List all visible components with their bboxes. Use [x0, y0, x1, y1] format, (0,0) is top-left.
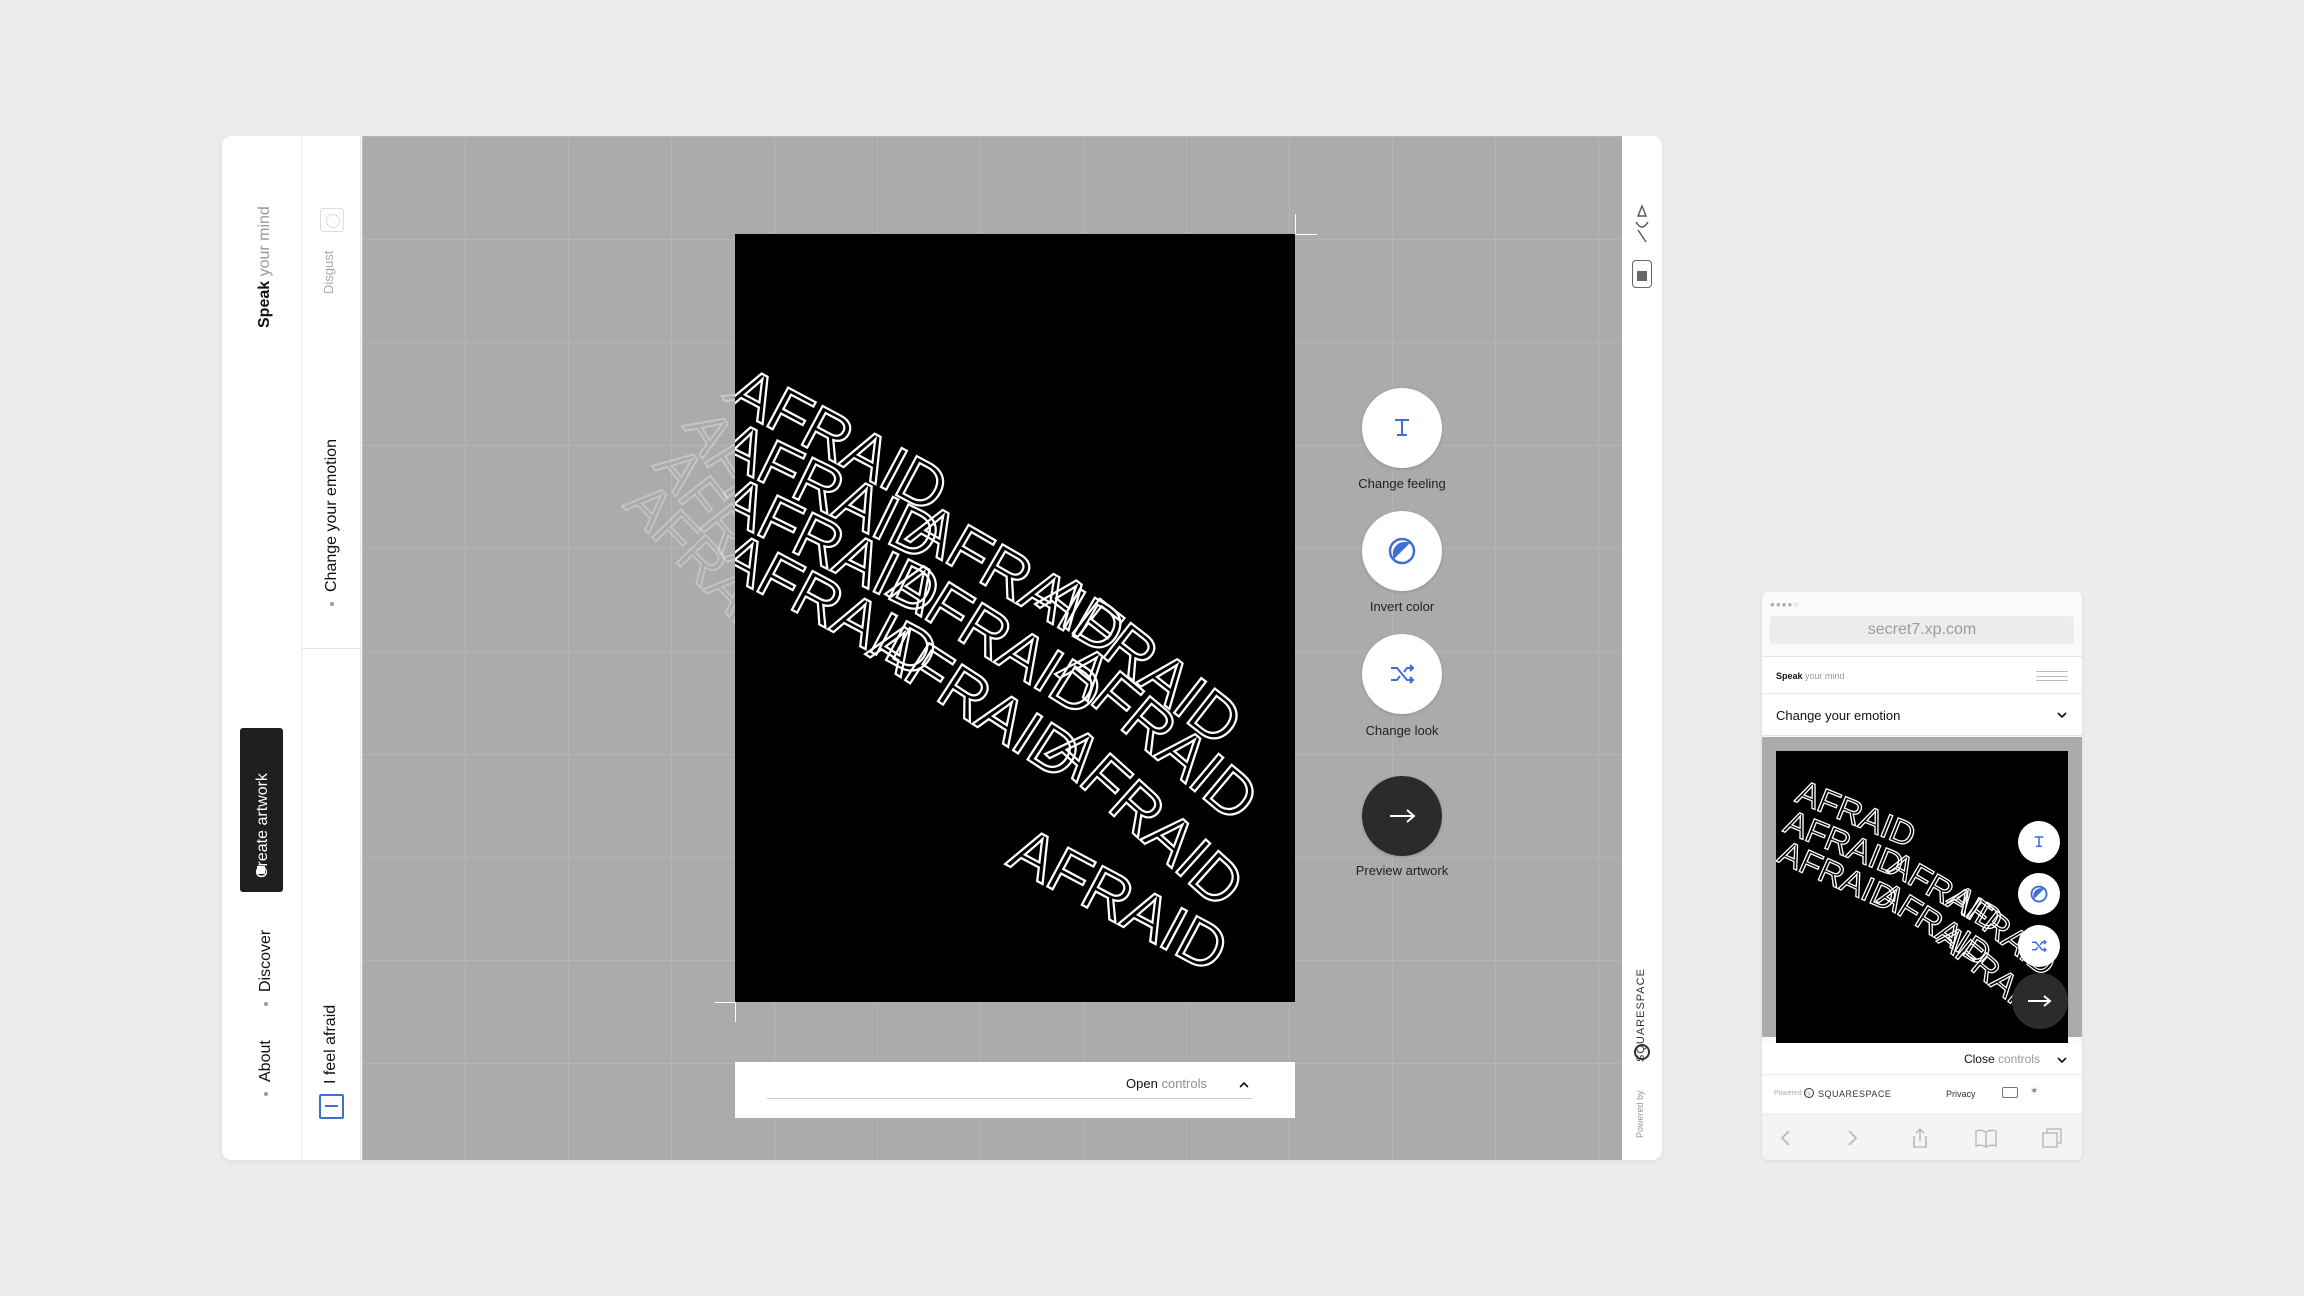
squarespace-logo-icon [1804, 1088, 1814, 1098]
preview-artwork-button[interactable] [1362, 776, 1442, 856]
partner-logo-icon[interactable] [1632, 260, 1652, 288]
bullet-icon [263, 1092, 268, 1096]
mobile-emotion-dropdown[interactable]: Change your emotion [1762, 694, 2082, 736]
back-icon[interactable] [1774, 1127, 1798, 1149]
squarespace-wordmark[interactable]: SQUARESPACE [1818, 1089, 1891, 1099]
site-brand[interactable]: Speak your mind [256, 206, 274, 328]
bookmarks-icon[interactable] [1974, 1127, 1998, 1149]
current-emotion-label: I feel afraid [322, 1004, 339, 1084]
change-feeling-button[interactable] [1362, 388, 1442, 468]
address-bar[interactable]: secret7.xp.com [1770, 616, 2074, 644]
mobile-preview-button[interactable] [2012, 973, 2068, 1029]
bullet-icon [263, 1002, 268, 1006]
mobile-change-look-button[interactable] [2018, 925, 2060, 967]
crop-mark [735, 1002, 736, 1022]
mobile-invert-color-button[interactable] [2018, 873, 2060, 915]
signal-dots: ●●●●○ [1770, 600, 1800, 609]
divider [302, 648, 361, 649]
browser-toolbar [1762, 1114, 2082, 1160]
change-look-button[interactable] [1362, 634, 1442, 714]
tabs-icon[interactable] [2040, 1127, 2064, 1149]
crop-mark [1295, 214, 1296, 234]
create-artwork-label: Create artwork [254, 773, 271, 878]
emotion-subrail: Disgust Change your emotion I feel afrai… [302, 136, 361, 1160]
mobile-footer: Powered by SQUARESPACE Privacy ✶ [1762, 1076, 2082, 1112]
crop-mark [1295, 234, 1317, 235]
nav-about[interactable]: About [257, 1040, 275, 1096]
partner-logo-icon[interactable] [2002, 1087, 2018, 1098]
preview-artwork-label: Preview artwork [1355, 863, 1449, 878]
arrow-right-icon [2028, 995, 2052, 1007]
mobile-close-controls[interactable]: Close controls [1762, 1043, 2082, 1075]
controls-divider [767, 1098, 1253, 1099]
text-box-icon[interactable] [319, 1094, 344, 1119]
right-rail: SQUARESPACE Powered by [1622, 136, 1662, 1160]
artwork-canvas-area: AFRAID AFRAID AFRAID AFRAID AFRAID AFRAI… [362, 136, 1622, 1160]
mobile-change-feeling-button[interactable] [2018, 821, 2060, 863]
chevron-down-icon [2057, 1057, 2067, 1064]
afraid-typography: AFRAID AFRAID AFRAID AFRAID AFRAID AFRAI… [735, 352, 1273, 988]
mobile-header: Speak your mind [1762, 656, 2082, 694]
shuffle-icon [2032, 939, 2047, 953]
contrast-icon [2030, 885, 2048, 903]
close-controls-label: Close controls [1963, 1052, 2040, 1066]
mind-logo-icon[interactable] [1632, 202, 1652, 246]
open-controls-label: Open controls [1126, 1076, 1207, 1091]
change-look-label: Change look [1365, 723, 1439, 738]
mind-logo-icon[interactable]: ✶ [2030, 1086, 2038, 1097]
change-feeling-label: Change feeling [1358, 476, 1446, 491]
chevron-up-icon [1239, 1081, 1249, 1088]
text-tool-icon [2034, 836, 2044, 848]
mobile-canvas: AFRAID AFRAID AFRAID AFRAID AFRAID AFRAI… [1762, 737, 2082, 1051]
hamburger-menu-icon[interactable] [2036, 671, 2068, 681]
powered-by-label: Powered by [1635, 1090, 1645, 1138]
squarespace-wordmark[interactable]: SQUARESPACE [1635, 968, 1647, 1062]
crop-mark [715, 1002, 735, 1003]
text-tool-icon [1395, 419, 1409, 436]
emotion-option-icon[interactable] [320, 208, 344, 232]
change-emotion-label[interactable]: Change your emotion [323, 439, 341, 606]
contrast-icon [1388, 537, 1416, 565]
open-controls-bar[interactable]: Open controls [735, 1062, 1295, 1118]
chevron-down-icon [2057, 712, 2067, 719]
main-sidebar: Speak your mind Create artwork Discover … [222, 136, 302, 1160]
create-artwork-button[interactable]: Create artwork [240, 728, 283, 892]
forward-icon[interactable] [1840, 1127, 1864, 1149]
privacy-link[interactable]: Privacy [1946, 1089, 1976, 1099]
mobile-emotion-label: Change your emotion [1776, 708, 1901, 723]
emotion-option-disgust[interactable]: Disgust [321, 251, 336, 294]
bullet-icon [329, 602, 334, 606]
arrow-right-icon [1390, 809, 1416, 823]
share-icon[interactable] [1908, 1127, 1932, 1149]
mobile-preview: ●●●●○ secret7.xp.com Speak your mind Cha… [1762, 592, 2082, 1160]
invert-color-button[interactable] [1362, 511, 1442, 591]
nav-discover[interactable]: Discover [257, 930, 275, 1006]
mobile-brand[interactable]: Speak your mind [1776, 671, 1845, 681]
artwork-poster[interactable]: AFRAID AFRAID AFRAID AFRAID AFRAID AFRAI… [735, 234, 1295, 1002]
desktop-app-window: Speak your mind Create artwork Discover … [222, 136, 1662, 1160]
invert-color-label: Invert color [1369, 599, 1435, 614]
shuffle-icon [1391, 664, 1415, 684]
